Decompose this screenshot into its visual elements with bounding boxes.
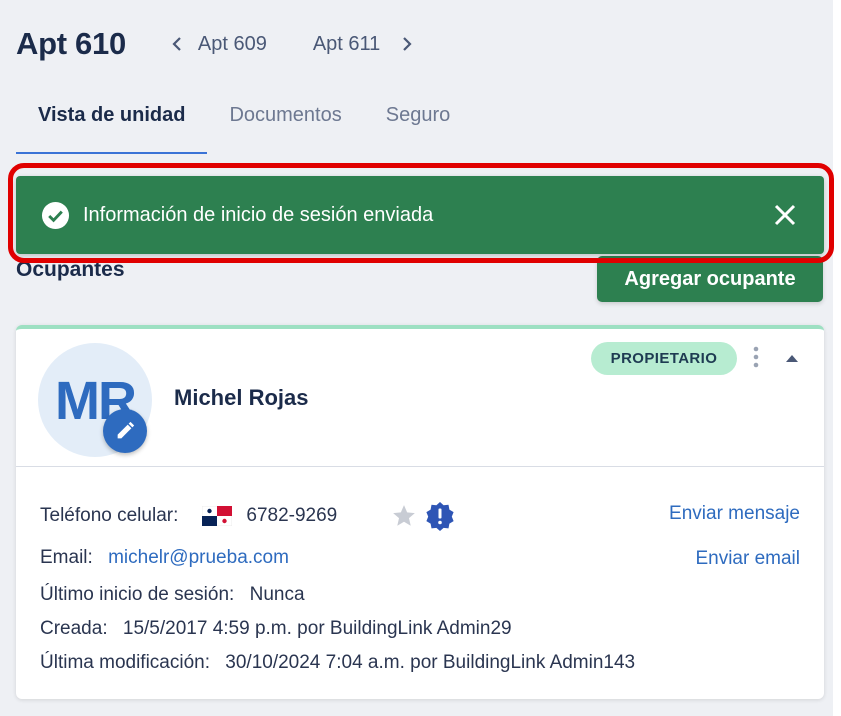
prev-unit-link[interactable]: Apt 609 [198,33,267,56]
panama-flag-icon [202,506,233,526]
send-email-link[interactable]: Enviar email [695,548,800,570]
last-login-label: Último inicio de sesión: [40,584,235,605]
chevron-left-icon[interactable] [166,29,188,59]
tab-unit-view[interactable]: Vista de unidad [16,96,208,154]
modified-value: 30/10/2024 7:04 a.m. por BuildingLink Ad… [225,652,636,673]
occupant-name: Michel Rojas [174,385,309,410]
edit-pencil-icon[interactable] [103,409,147,453]
chevron-right-icon[interactable] [396,29,418,59]
created-label: Creada: [40,618,108,639]
page-title: Apt 610 [16,26,126,61]
email-link[interactable]: michelr@prueba.com [108,547,289,568]
unit-header: Apt 610 Apt 609 Apt 611 [16,24,418,64]
alert-badge-icon [426,502,454,531]
last-login-value: Nunca [249,584,305,605]
phone-label: Teléfono celular: [40,505,179,526]
modified-label: Última modificación: [40,652,210,673]
window-edge [833,0,841,716]
created-value: 15/5/2017 4:59 p.m. por BuildingLink Adm… [122,618,512,639]
card-divider [16,466,824,467]
next-unit-link[interactable]: Apt 611 [313,33,380,56]
collapse-up-icon[interactable] [784,351,800,365]
occupant-card: MR Michel Rojas PROPIETARIO Teléfono cel… [16,325,824,699]
highlight-outline [8,163,834,263]
modified-row: Última modificación: 30/10/2024 7:04 a.m… [40,652,635,674]
email-label: Email: [40,547,93,568]
star-icon[interactable] [391,503,417,529]
phone-number: 6782-9269 [246,505,338,526]
tab-documents[interactable]: Documentos [207,96,363,154]
phone-row: Teléfono celular: 6782-9269 [40,501,455,531]
last-login-row: Último inicio de sesión: Nunca [40,584,305,606]
role-badge: PROPIETARIO [591,342,737,375]
tab-bar: Vista de unidad Documentos Seguro [16,96,472,156]
tab-insurance[interactable]: Seguro [364,96,473,154]
email-row: Email: michelr@prueba.com [40,547,289,569]
more-options-icon[interactable] [749,345,763,371]
created-row: Creada: 15/5/2017 4:59 p.m. por Building… [40,618,512,640]
send-message-link[interactable]: Enviar mensaje [669,503,800,525]
